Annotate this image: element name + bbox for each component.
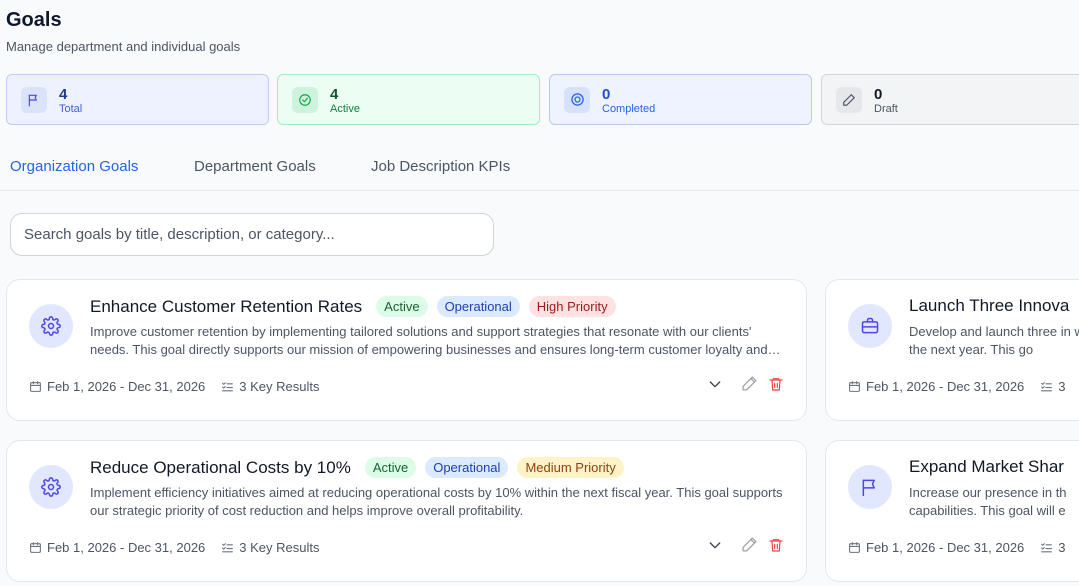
edit-icon[interactable] [741,536,758,553]
gear-icon [29,304,73,348]
chevron-down-icon[interactable] [707,537,723,553]
goal-description: Develop and launch three in within the n… [909,324,1079,357]
goal-title[interactable]: Enhance Customer Retention Rates [90,297,362,317]
list-checks-icon [221,541,234,554]
pencil-icon [836,86,862,113]
flag-icon [21,86,47,113]
goal-description: Improve customer retention by implementi… [90,324,768,357]
goal-dates: Feb 1, 2026 - Dec 31, 2026 [47,540,206,555]
priority-badge: Medium Priority [517,457,624,478]
tab-job-description-kpis[interactable]: Job Description KPIs [371,158,510,175]
goal-key-results: 3 [1058,540,1066,555]
stat-total-label: Total [59,102,83,115]
goal-title[interactable]: Expand Market Shar [909,457,1064,477]
goal-key-results: 3 Key Results [239,540,320,555]
priority-badge: High Priority [528,296,616,317]
chevron-down-icon[interactable] [707,376,723,392]
tab-organization-goals[interactable]: Organization Goals [10,158,138,175]
goal-card: Enhance Customer Retention Rates Active … [6,279,807,421]
goal-card: Reduce Operational Costs by 10% Active O… [6,440,807,582]
stat-card-completed: 0 Completed [549,74,812,125]
status-badge: Active [364,457,417,478]
goal-card: Launch Three Innova Develop and launch t… [825,279,1079,421]
stat-completed-value: 0 [602,85,611,103]
goal-tabs: Organization Goals Department Goals Job … [0,146,1079,191]
edit-icon[interactable] [741,375,758,392]
search-input[interactable] [10,213,494,256]
goal-title[interactable]: Launch Three Innova [909,296,1069,316]
trash-icon[interactable] [768,376,784,392]
stat-card-draft: 0 Draft [821,74,1079,125]
goal-description: Implement efficiency initiatives aimed a… [90,485,783,518]
calendar-icon [29,541,42,554]
stat-draft-value: 0 [874,85,883,103]
category-badge: Operational [436,296,520,317]
badge-check-icon [564,86,590,113]
trash-icon[interactable] [768,537,784,553]
stat-completed-label: Completed [602,102,656,115]
tab-department-goals[interactable]: Department Goals [194,158,316,175]
status-badge: Active [376,296,428,317]
goal-key-results: 3 [1058,379,1066,394]
page-subtitle: Manage department and individual goals [6,39,241,54]
stat-active-label: Active [330,102,360,115]
briefcase-icon [848,304,892,348]
stat-card-active: 4 Active [277,74,540,125]
stat-total-value: 4 [59,85,68,103]
goal-dates: Feb 1, 2026 - Dec 31, 2026 [866,540,1025,555]
goal-dates: Feb 1, 2026 - Dec 31, 2026 [47,379,206,394]
category-badge: Operational [425,457,509,478]
calendar-icon [848,380,861,393]
calendar-icon [848,541,861,554]
gear-icon [29,465,73,509]
list-checks-icon [221,380,234,393]
goal-dates: Feb 1, 2026 - Dec 31, 2026 [866,379,1025,394]
goal-key-results: 3 Key Results [239,379,320,394]
list-checks-icon [1040,541,1053,554]
list-checks-icon [1040,380,1053,393]
check-circle-icon [292,86,318,113]
stat-card-total: 4 Total [6,74,269,125]
goal-description: Increase our presence in th capabilities… [909,485,1067,518]
page-title: Goals [6,9,62,31]
calendar-icon [29,380,42,393]
stat-active-value: 4 [330,85,339,103]
stat-draft-label: Draft [874,102,898,115]
flag-icon [848,465,892,509]
goal-title[interactable]: Reduce Operational Costs by 10% [90,458,351,478]
goal-card: Expand Market Shar Increase our presence… [825,440,1079,582]
